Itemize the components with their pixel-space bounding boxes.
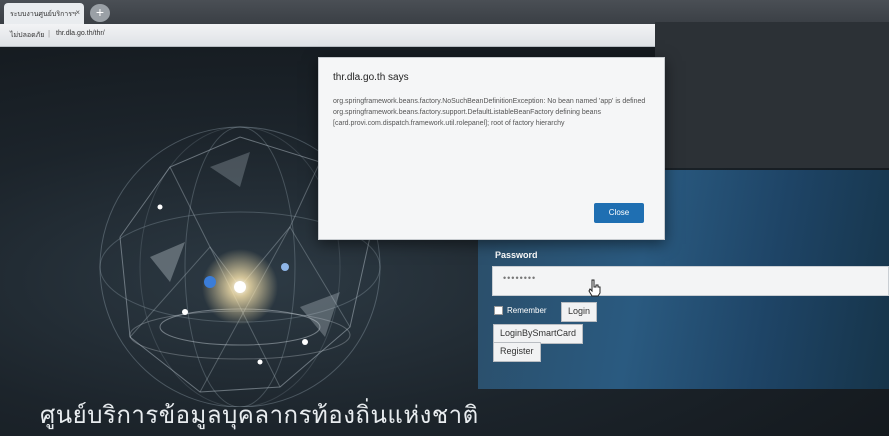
dialog-title: thr.dla.go.th says [333,72,409,83]
address-separator: | [48,29,51,38]
login-smartcard-button[interactable]: LoginBySmartCard [493,324,584,344]
close-icon[interactable]: × [75,8,80,17]
remember-me[interactable]: Remember [494,306,547,315]
browser-tab-strip: ระบบงานศูนย์บริการฯ × + [0,0,889,24]
dialog-close-button[interactable]: Close [594,203,644,223]
banner-panel [655,22,889,168]
remember-label: Remember [507,306,547,315]
hand-cursor-icon [588,279,601,297]
login-button[interactable]: Login [561,302,598,322]
new-tab-button[interactable]: + [90,4,110,22]
remember-checkbox[interactable] [494,306,503,315]
alert-dialog: thr.dla.go.th says org.springframework.b… [318,57,665,240]
browser-tab-title: ระบบงานศูนย์บริการฯ [10,11,76,18]
site-title: ศูนย์บริการข้อมูลบุคลากรท้องถิ่นแห่งชาติ [40,402,479,429]
register-button[interactable]: Register [493,342,541,362]
password-label: Password [495,250,538,260]
browser-tab[interactable]: ระบบงานศูนย์บริการฯ × [4,3,84,24]
security-status[interactable]: ไม่ปลอดภัย [10,30,44,41]
password-input[interactable]: •••••••• [492,266,889,296]
address-url[interactable]: thr.dla.go.th/thr/ [56,30,105,37]
dialog-message: org.springframework.beans.factory.NoSuch… [333,98,646,127]
